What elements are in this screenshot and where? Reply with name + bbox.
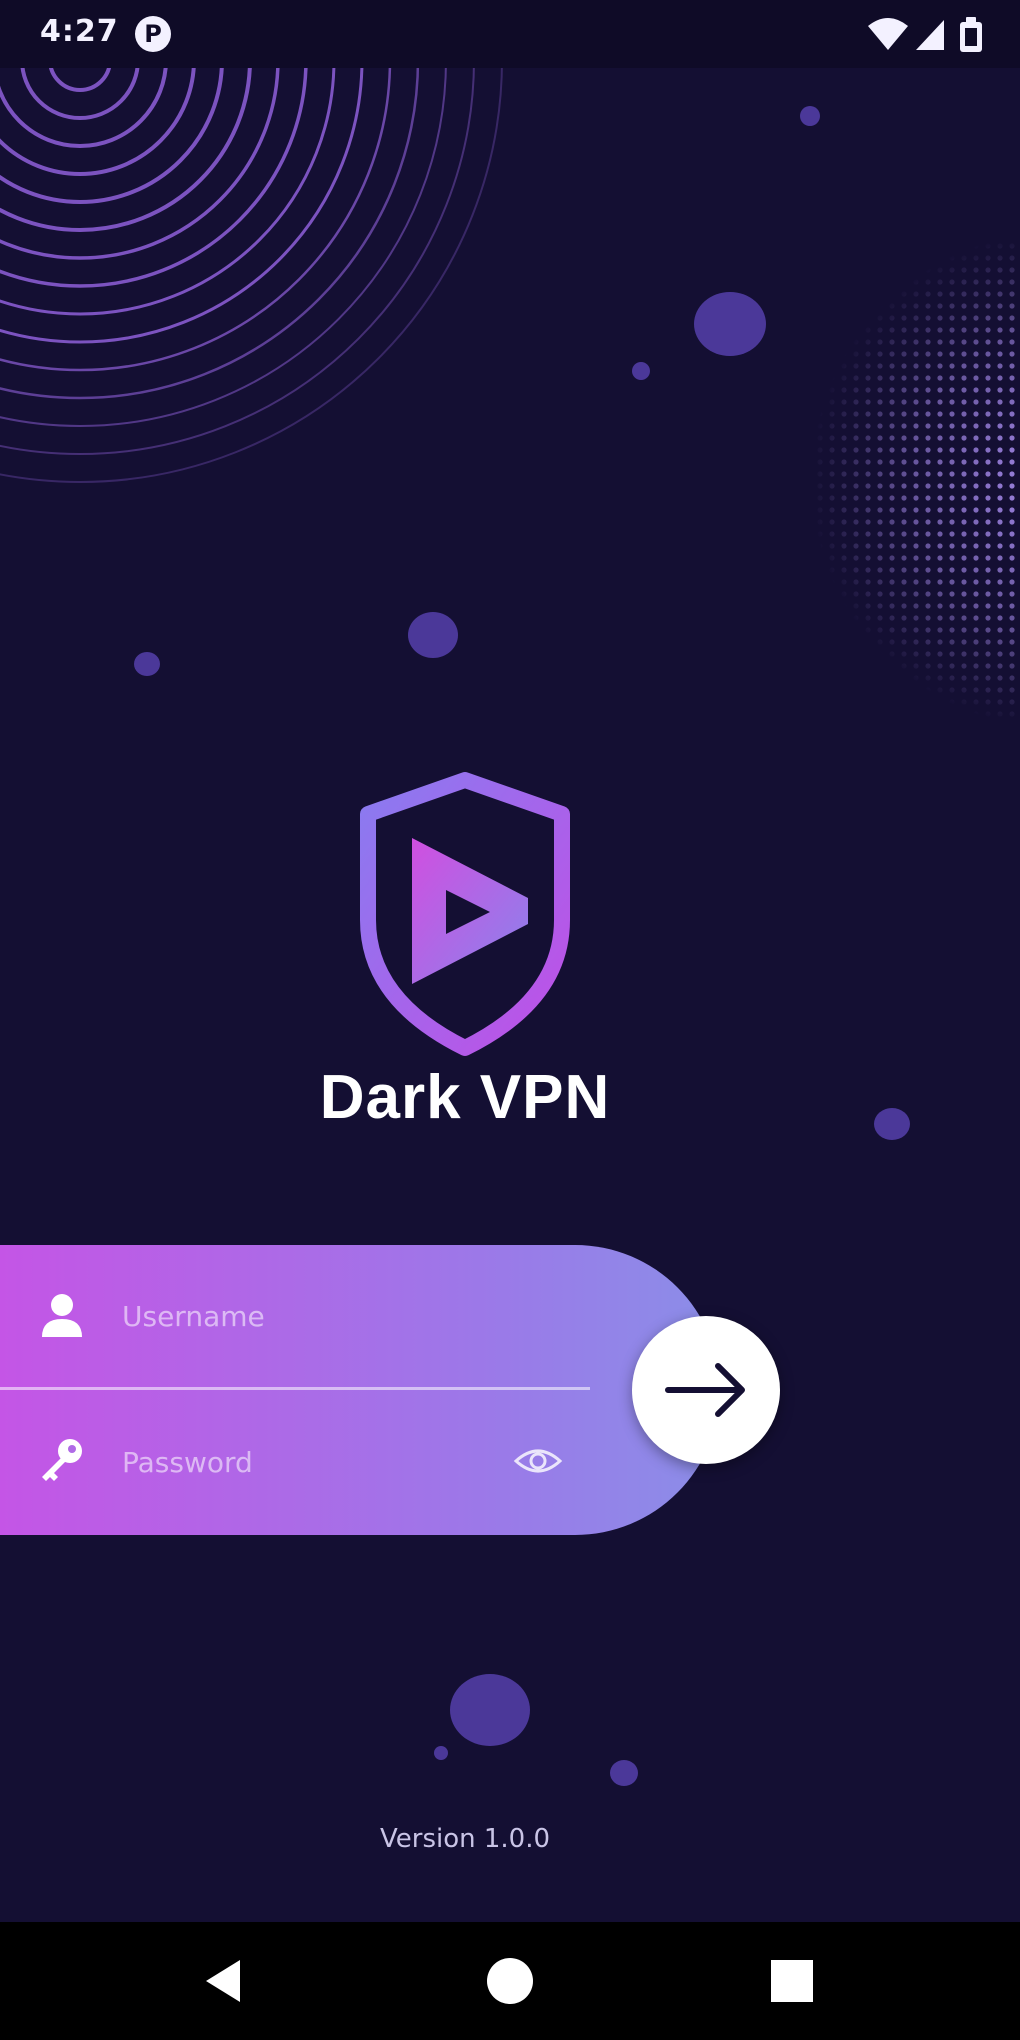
eye-icon[interactable]: [512, 1441, 564, 1481]
version-text: Version 1.0.0: [379, 1824, 551, 1854]
bubble-decoration: [610, 1760, 638, 1786]
field-divider: [0, 1387, 590, 1390]
status-time: 4:27: [40, 14, 119, 49]
bubble-decoration: [408, 612, 458, 658]
back-triangle-icon[interactable]: [200, 1956, 250, 2006]
bubble-decoration: [450, 1674, 530, 1746]
bubble-decoration: [134, 652, 160, 676]
password-field: [0, 1391, 600, 1533]
login-screen: 4:27 P Dark VPN Username Version 1.0.0: [0, 0, 1020, 2040]
bubble-decoration: [800, 106, 820, 126]
notification-app-icon: P: [135, 16, 171, 52]
status-icons: [868, 17, 982, 52]
arrow-right-icon: [665, 1363, 745, 1417]
dot-pattern-decoration: [730, 240, 1020, 740]
bubble-decoration: [694, 292, 766, 356]
key-icon: [42, 1439, 82, 1481]
wifi-icon: [868, 18, 908, 50]
bubble-decoration: [632, 362, 650, 380]
status-bar: 4:27 P: [0, 0, 1020, 68]
app-title: Dark VPN: [319, 1063, 611, 1132]
battery-icon: [960, 17, 982, 52]
recents-square-icon[interactable]: [767, 1956, 817, 2006]
signal-icon: [916, 20, 944, 50]
home-circle-icon[interactable]: [485, 1956, 535, 2006]
ripple-decoration: [0, 0, 503, 483]
login-form: [0, 1245, 720, 1535]
login-submit-button[interactable]: [632, 1316, 780, 1464]
navigation-bar: [0, 1922, 1020, 2040]
user-icon: [42, 1294, 82, 1337]
dark-vpn-logo: [360, 772, 570, 1056]
password-input[interactable]: [120, 1431, 504, 1493]
username-field: [0, 1245, 600, 1387]
username-input[interactable]: [120, 1285, 504, 1347]
bubble-decoration: [434, 1746, 448, 1760]
